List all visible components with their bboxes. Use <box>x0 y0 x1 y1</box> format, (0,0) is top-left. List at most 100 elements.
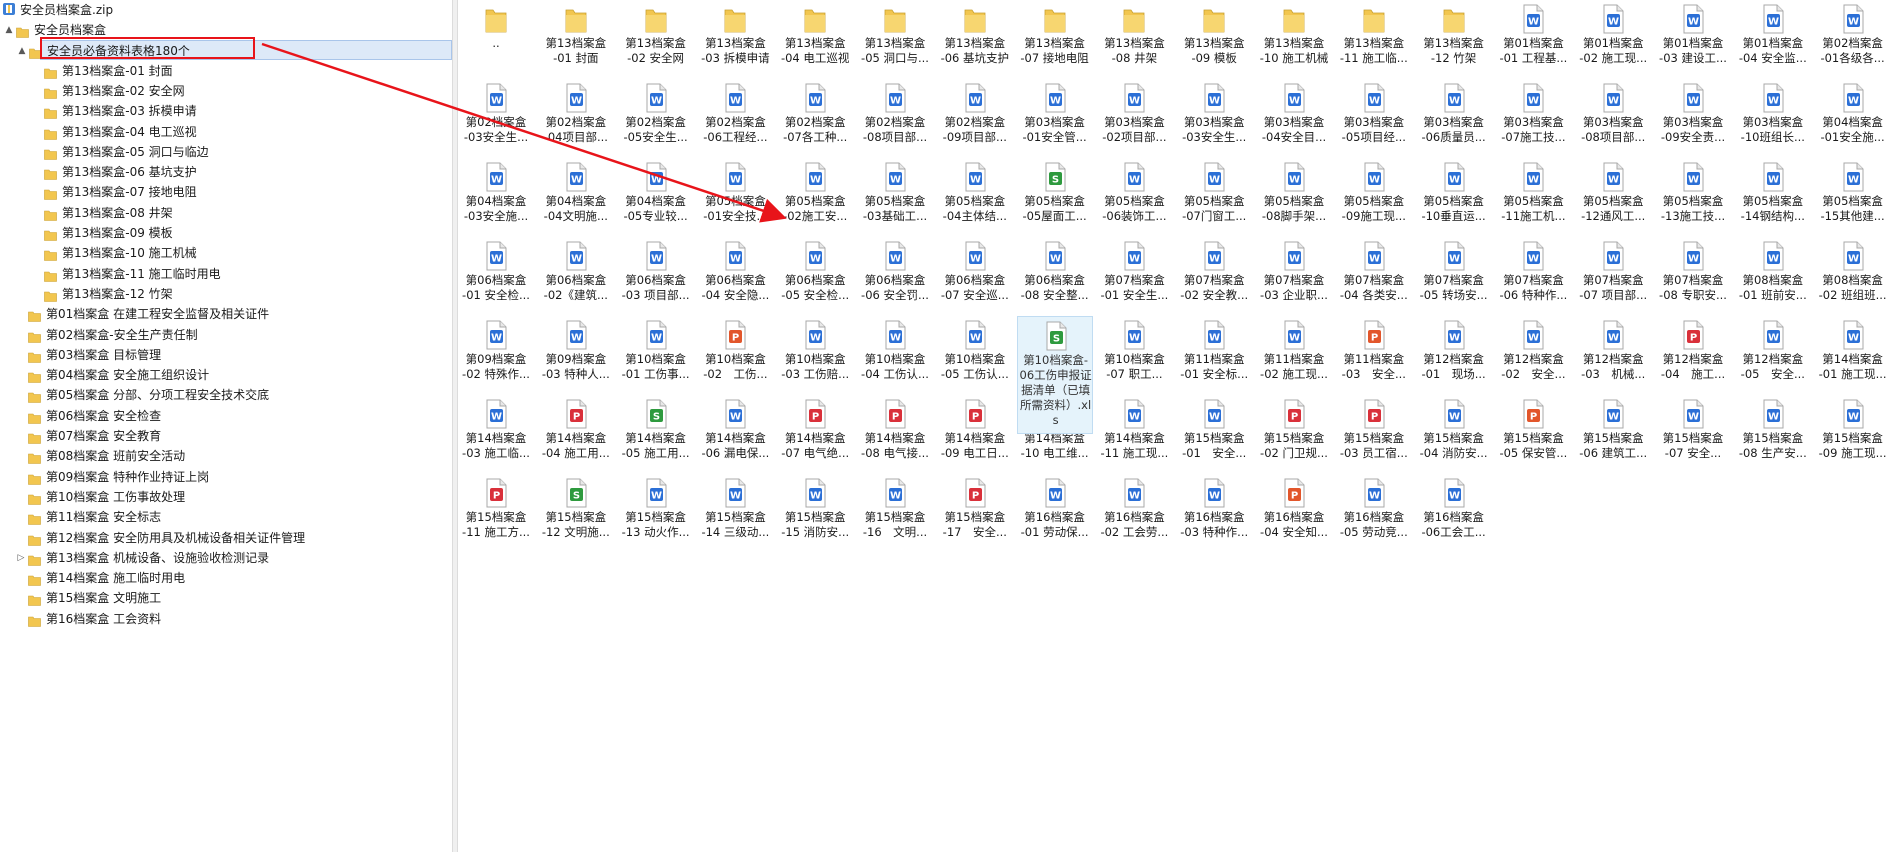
tree-item[interactable]: 第12档案盒 安全防用具及机械设备相关证件管理 <box>0 528 452 548</box>
file-item-word[interactable]: W 第01档案盒 -04 安全监... <box>1735 0 1811 75</box>
file-item-word[interactable]: W 第05档案盒 -12通风工... <box>1575 158 1651 233</box>
tree-root-zip[interactable]: 安全员档案盒.zip <box>0 0 452 20</box>
tree-item[interactable]: ▷ 第13档案盒 机械设备、设施验收检测记录 <box>0 548 452 568</box>
file-item-excel[interactable]: S 第14档案盒 -05 施工用... <box>618 395 694 470</box>
file-item-pdf[interactable]: P 第15档案盒 -02 门卫规... <box>1256 395 1332 470</box>
file-item-pdf[interactable]: P 第14档案盒 -09 电工日... <box>937 395 1013 470</box>
tree-item[interactable]: 第16档案盒 工会资料 <box>0 609 452 629</box>
file-item-word[interactable]: W 第02档案盒 -06工程经... <box>697 79 773 154</box>
file-item-word[interactable]: W 第15档案盒 -07 安全... <box>1655 395 1731 470</box>
file-item-excel[interactable]: S 第15档案盒 -12 文明施... <box>538 474 614 549</box>
tree-item[interactable]: 第13档案盒-04 电工巡视 <box>0 122 452 142</box>
tree-item[interactable]: 第09档案盒 特种作业持证上岗 <box>0 467 452 487</box>
file-item-word[interactable]: W 第07档案盒 -08 专职安... <box>1655 237 1731 312</box>
file-item-word[interactable]: W 第06档案盒 -07 安全巡... <box>937 237 1013 312</box>
file-item-word[interactable]: W 第06档案盒 -04 安全隐... <box>697 237 773 312</box>
file-item-ppt[interactable]: P 第10档案盒 -02 工伤... <box>697 316 773 391</box>
tree-item[interactable]: 第07档案盒 安全教育 <box>0 426 452 446</box>
file-item-word[interactable]: W 第03档案盒 -01安全管... <box>1017 79 1093 154</box>
file-item-word[interactable]: W 第07档案盒 -01 安全生... <box>1096 237 1172 312</box>
file-item-word[interactable]: W 第15档案盒 -04 消防安... <box>1416 395 1492 470</box>
file-item-word[interactable]: W 第10档案盒 -05 工伤认... <box>937 316 1013 391</box>
file-item-word[interactable]: W 第07档案盒 -02 安全教... <box>1176 237 1252 312</box>
file-item-word[interactable]: W 第12档案盒 -03 机械... <box>1575 316 1651 391</box>
file-item-word[interactable]: W 第01档案盒 -01 工程基... <box>1495 0 1571 75</box>
file-item-word[interactable]: W 第05档案盒 -01安全技... <box>697 158 773 233</box>
file-item-ppt[interactable]: P 第15档案盒 -05 保安管... <box>1495 395 1571 470</box>
file-item-word[interactable]: W 第02档案盒 -09项目部... <box>937 79 1013 154</box>
file-item-word[interactable]: W 第05档案盒 -06装饰工... <box>1096 158 1172 233</box>
file-item-word[interactable]: W 第02档案盒 -07各工种... <box>777 79 853 154</box>
file-item-word[interactable]: W 第05档案盒 -10垂直运... <box>1416 158 1492 233</box>
file-item-word[interactable]: W 第15档案盒 -01 安全... <box>1176 395 1252 470</box>
file-item-word[interactable]: W 第14档案盒 -03 施工临... <box>458 395 534 470</box>
tree-item[interactable]: 第13档案盒-07 接地电阻 <box>0 182 452 202</box>
file-item-word[interactable]: W 第11档案盒 -02 施工现... <box>1256 316 1332 391</box>
file-item-word[interactable]: W 第04档案盒 -04文明施... <box>538 158 614 233</box>
tree-item[interactable]: 第13档案盒-02 安全网 <box>0 81 452 101</box>
tree-item[interactable]: 第13档案盒-11 施工临时用电 <box>0 264 452 284</box>
tree-item[interactable]: 第13档案盒-06 基坑支护 <box>0 162 452 182</box>
file-item-word[interactable]: W 第16档案盒 -02 工会劳... <box>1096 474 1172 549</box>
file-item-word[interactable]: W 第03档案盒 -07施工技... <box>1495 79 1571 154</box>
tree-item[interactable]: 第10档案盒 工伤事故处理 <box>0 487 452 507</box>
tree-item[interactable]: 第02档案盒-安全生产责任制 <box>0 325 452 345</box>
tree-item[interactable]: 第04档案盒 安全施工组织设计 <box>0 365 452 385</box>
file-item-word[interactable]: W 第11档案盒 -01 安全标... <box>1176 316 1252 391</box>
file-item-word[interactable]: W 第14档案盒 -11 施工现... <box>1096 395 1172 470</box>
file-item-pdf[interactable]: P 第15档案盒 -11 施工方... <box>458 474 534 549</box>
file-item-word[interactable]: W 第09档案盒 -02 特殊作... <box>458 316 534 391</box>
folder-item[interactable]: 第13档案盒 -04 电工巡视 <box>777 0 853 75</box>
file-item-word[interactable]: W 第05档案盒 -03基础工... <box>857 158 933 233</box>
file-item-word[interactable]: W 第03档案盒 -03安全生... <box>1176 79 1252 154</box>
file-item-ppt[interactable]: P 第16档案盒 -04 安全知... <box>1256 474 1332 549</box>
file-item-excel[interactable]: S 第10档案盒- 06工伤申报证据清单（已填所需资料）.xls <box>1016 316 1093 434</box>
file-item-word[interactable]: W 第15档案盒 -06 建筑工... <box>1575 395 1651 470</box>
file-item-word[interactable]: W 第03档案盒 -06质量员... <box>1416 79 1492 154</box>
file-item-word[interactable]: W 第12档案盒 -01 现场... <box>1416 316 1492 391</box>
tree-item[interactable]: 第08档案盒 班前安全活动 <box>0 446 452 466</box>
file-item-word[interactable]: W 第16档案盒 -06工会工... <box>1416 474 1492 549</box>
folder-item[interactable]: 第13档案盒 -03 拆模申请 <box>697 0 773 75</box>
file-item-word[interactable]: W 第09档案盒 -03 特种人... <box>538 316 614 391</box>
file-item-word[interactable]: W 第05档案盒 -08脚手架... <box>1256 158 1332 233</box>
file-item-word[interactable]: W 第06档案盒 -05 安全检... <box>777 237 853 312</box>
tree-item[interactable]: 第01档案盒 在建工程安全监督及相关证件 <box>0 304 452 324</box>
file-item-word[interactable]: W 第02档案盒 -08项目部... <box>857 79 933 154</box>
file-item-word[interactable]: W 第05档案盒 -09施工现... <box>1336 158 1412 233</box>
file-item-word[interactable]: W 第06档案盒 -01 安全检... <box>458 237 534 312</box>
file-item-word[interactable]: W 第05档案盒 -07门窗工... <box>1176 158 1252 233</box>
file-item-word[interactable]: W 第01档案盒 -02 施工现... <box>1575 0 1651 75</box>
file-item-word[interactable]: W 第05档案盒 -15其他建... <box>1815 158 1891 233</box>
file-item-pdf[interactable]: P 第15档案盒 -17 安全... <box>937 474 1013 549</box>
file-item-ppt[interactable]: P 第11档案盒 -03 安全... <box>1336 316 1412 391</box>
tree-item[interactable]: 第03档案盒 目标管理 <box>0 345 452 365</box>
folder-item[interactable]: 第13档案盒 -05 洞口与... <box>857 0 933 75</box>
file-item-word[interactable]: W 第15档案盒 -16 文明... <box>857 474 933 549</box>
file-item-word[interactable]: W 第03档案盒 -10班组长... <box>1735 79 1811 154</box>
file-item-word[interactable]: W 第01档案盒 -03 建设工... <box>1655 0 1731 75</box>
file-item-word[interactable]: W 第16档案盒 -03 特种作... <box>1176 474 1252 549</box>
file-item-word[interactable]: W 第15档案盒 -09 施工现... <box>1815 395 1891 470</box>
file-item-excel[interactable]: S 第05档案盒 -05屋面工... <box>1017 158 1093 233</box>
file-item-word[interactable]: W 第02档案盒 -04项目部... <box>538 79 614 154</box>
file-item-word[interactable]: W 第10档案盒 -03 工伤赔... <box>777 316 853 391</box>
file-item-word[interactable]: W 第16档案盒 -01 劳动保... <box>1017 474 1093 549</box>
file-item-word[interactable]: W 第04档案盒 -05专业较... <box>618 158 694 233</box>
file-item-pdf[interactable]: P 第12档案盒 -04 施工... <box>1655 316 1731 391</box>
file-item-word[interactable]: W 第07档案盒 -06 特种作... <box>1495 237 1571 312</box>
file-item-word[interactable]: W 第02档案盒 -05安全生... <box>618 79 694 154</box>
tree-item[interactable]: 第13档案盒-03 拆模申请 <box>0 101 452 121</box>
file-item-word[interactable]: W 第03档案盒 -08项目部... <box>1575 79 1651 154</box>
folder-item[interactable]: 第13档案盒 -09 模板 <box>1176 0 1252 75</box>
file-item-word[interactable]: W 第06档案盒 -06 安全罚... <box>857 237 933 312</box>
file-item-word[interactable]: W 第06档案盒 -02《建筑... <box>538 237 614 312</box>
file-item-word[interactable]: W 第03档案盒 -05项目经... <box>1336 79 1412 154</box>
folder-item[interactable]: 第13档案盒 -07 接地电阻 <box>1017 0 1093 75</box>
tree-item[interactable]: ▲ 安全员档案盒 <box>0 20 452 40</box>
file-item-word[interactable]: W 第02档案盒 -01各级各... <box>1815 0 1891 75</box>
tree-item[interactable]: 第13档案盒-12 竹架 <box>0 284 452 304</box>
file-item-word[interactable]: W 第07档案盒 -07 项目部... <box>1575 237 1651 312</box>
file-item-word[interactable]: W 第07档案盒 -05 转场安... <box>1416 237 1492 312</box>
folder-item[interactable]: 第13档案盒 -02 安全网 <box>618 0 694 75</box>
